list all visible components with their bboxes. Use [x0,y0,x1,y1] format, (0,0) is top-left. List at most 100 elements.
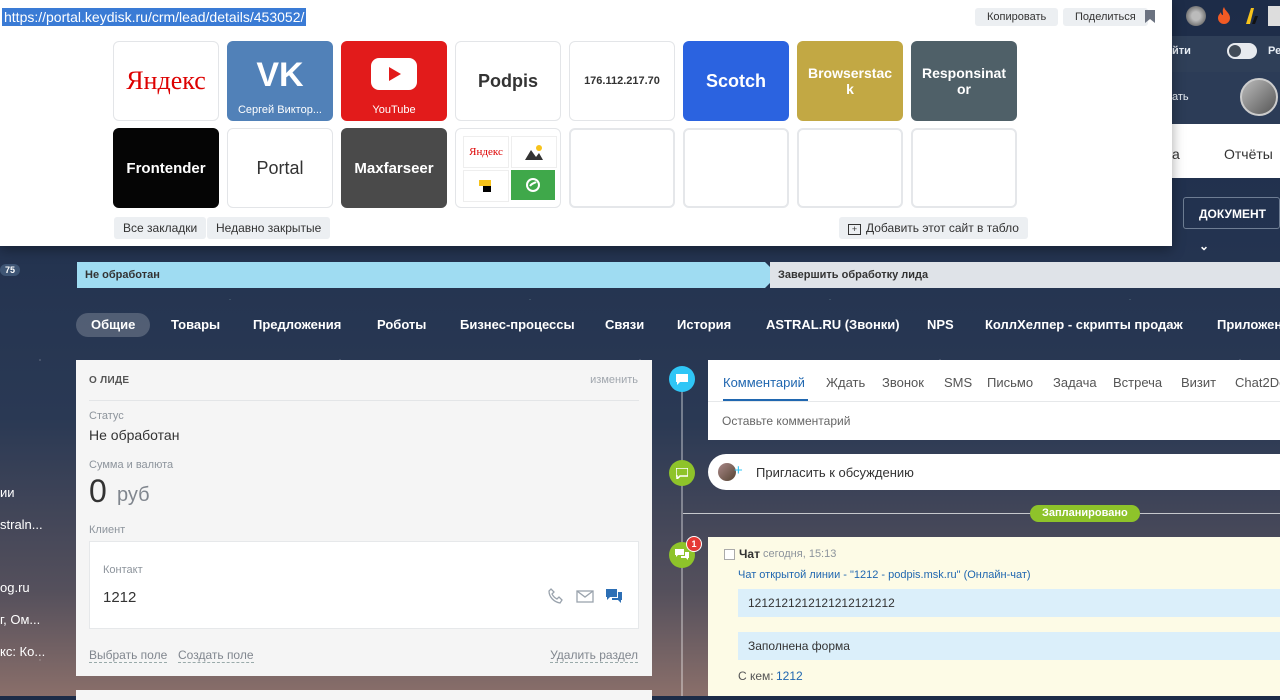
tile-frontender[interactable]: Frontender [113,128,219,208]
extension-icon[interactable] [1268,6,1280,26]
editor-tab-meeting[interactable]: Встреча [1113,375,1162,390]
tab-offers[interactable]: Предложения [253,313,341,337]
delete-section-link[interactable]: Удалить раздел [550,648,638,663]
tile-vk[interactable]: VK Сергей Виктор... [227,41,333,121]
tab-nps[interactable]: NPS [927,313,954,337]
counter-badge: 75 [0,264,21,276]
create-field-link[interactable]: Создать поле [178,648,254,663]
status-label: Статус [89,410,124,422]
tile-portal[interactable]: Portal [227,128,333,208]
select-field-link[interactable]: Выбрать поле [89,648,168,663]
editor-tab-call[interactable]: Звонок [882,375,924,390]
editor-tab-visit[interactable]: Визит [1181,375,1216,390]
stage-label: Не обработан [85,269,160,281]
editor-tab-wait[interactable]: Ждать [826,375,865,390]
add-to-board-button[interactable]: + Добавить этот сайт в табло [839,217,1028,239]
tab-links[interactable]: Связи [605,313,644,337]
tile-empty[interactable] [797,128,903,208]
tile-podpis[interactable]: Podpis [455,41,561,121]
tile-maxfarseer[interactable]: Maxfarseer [341,128,447,208]
tile-subtitle: YouTube [372,104,416,116]
nav-partial-item[interactable]: а [1172,146,1180,162]
editor-tab-comment[interactable]: Комментарий [723,375,805,390]
document-button[interactable]: ДОКУМЕНТ ⌄ [1183,197,1280,253]
tile-ip[interactable]: 176.112.217.70 [569,41,675,121]
done-checkbox[interactable] [724,549,735,560]
tab-robots[interactable]: Роботы [377,313,426,337]
discussion-timeline-icon [669,460,695,486]
all-bookmarks-button[interactable]: Все закладки [114,217,207,239]
phone-icon[interactable] [548,588,564,604]
tile-responsinator[interactable]: Responsinator [911,41,1017,121]
header-partial-text: йти [1172,45,1191,57]
nav-reports[interactable]: Отчёты [1224,146,1273,162]
chat-icon[interactable] [605,588,623,604]
tile-empty[interactable] [683,128,789,208]
tile-title: Scotch [705,70,766,91]
divider [89,400,639,401]
mini-tile-yandex: Яндекс [463,136,509,168]
tab-applications[interactable]: Приложения [1217,313,1280,337]
bookmark-icon[interactable] [1145,10,1155,23]
left-item[interactable]: og.ru [0,580,30,595]
left-item[interactable]: ии [0,485,15,500]
editor-tab-email[interactable]: Письмо [987,375,1033,390]
tab-products[interactable]: Товары [171,313,220,337]
document-button-label: ДОКУМЕНТ [1199,207,1266,221]
copy-button[interactable]: Копировать [975,8,1059,26]
contact-value[interactable]: 1212 [103,589,136,606]
amount-label: Сумма и валюта [89,459,174,471]
tile-title: Яндекс [126,66,206,95]
mail-icon[interactable] [576,590,594,603]
chat-link[interactable]: Чат открытой линии - "1212 - podpis.msk.… [738,569,1031,581]
left-item[interactable]: straln... [0,517,43,532]
contact-box: Контакт 1212 [89,541,639,629]
tile-youtube[interactable]: YouTube [341,41,447,121]
tile-yandex[interactable]: Яндекс [113,41,219,121]
tile-empty[interactable] [911,128,1017,208]
tile-browserstack[interactable]: Browserstack [797,41,903,121]
tab-astral-calls[interactable]: ASTRAL.RU (Звонки) [766,313,900,337]
user-avatar[interactable] [1240,78,1278,116]
form-filled-message: Заполнена форма [738,632,1280,660]
editor-tab-task[interactable]: Задача [1053,375,1097,390]
recently-closed-button[interactable]: Недавно закрытые [207,217,331,239]
invite-to-discussion[interactable]: + Пригласить к обсуждению [708,454,1280,490]
tile-scotch[interactable]: Scotch [683,41,789,121]
left-item[interactable]: кс: Ко... [0,644,45,659]
chat-activity-card: Чат сегодня, 15:13 Чат открытой линии - … [708,537,1280,696]
editor-tab-chat2desk[interactable]: Chat2Desk [1235,375,1280,390]
stage-finish-processing[interactable]: Завершить обработку лида [770,262,1280,288]
tile-folder[interactable]: Яндекс [455,128,561,208]
tile-subtitle: Сергей Виктор... [237,104,322,116]
stage-not-processed[interactable]: Не обработан [77,262,778,288]
tab-business-processes[interactable]: Бизнес-процессы [460,313,575,337]
add-to-board-label: Добавить этот сайт в табло [866,221,1019,235]
address-bar-url[interactable]: https://portal.keydisk.ru/crm/lead/detai… [2,8,307,26]
vk-logo-icon: VK [256,58,304,90]
comment-input[interactable]: Оставьте комментарий [722,414,850,428]
tab-history[interactable]: История [677,313,731,337]
stage-label: Завершить обработку лида [778,269,929,281]
header-partial-right: Ре [1268,45,1280,57]
edit-link[interactable]: изменить [590,374,638,386]
editor-tab-sms[interactable]: SMS [944,375,972,390]
message-text: Заполнена форма [748,639,850,653]
tile-empty[interactable] [569,128,675,208]
fire-extension-icon[interactable] [1214,6,1234,26]
tile-title: Portal [256,157,304,178]
tab-general[interactable]: Общие [76,313,151,337]
theme-toggle[interactable] [1227,43,1257,59]
tile-title: Browserstack [807,65,893,97]
yellow-extension-icon[interactable] [1242,6,1262,26]
plus-icon: + [734,462,743,479]
client-label: Клиент [89,524,126,536]
with-whom-value[interactable]: 1212 [776,669,803,683]
chat-title: Чат [739,547,760,561]
message-text: 1212121212121212121212 [748,596,895,610]
tab-callhelper[interactable]: КоллХелпер - скрипты продаж [985,313,1183,337]
left-item[interactable]: г, Ом... [0,612,40,627]
tile-title: Podpis [477,70,538,91]
share-button[interactable]: Поделиться [1063,8,1148,26]
globe-extension-icon[interactable] [1186,6,1206,26]
